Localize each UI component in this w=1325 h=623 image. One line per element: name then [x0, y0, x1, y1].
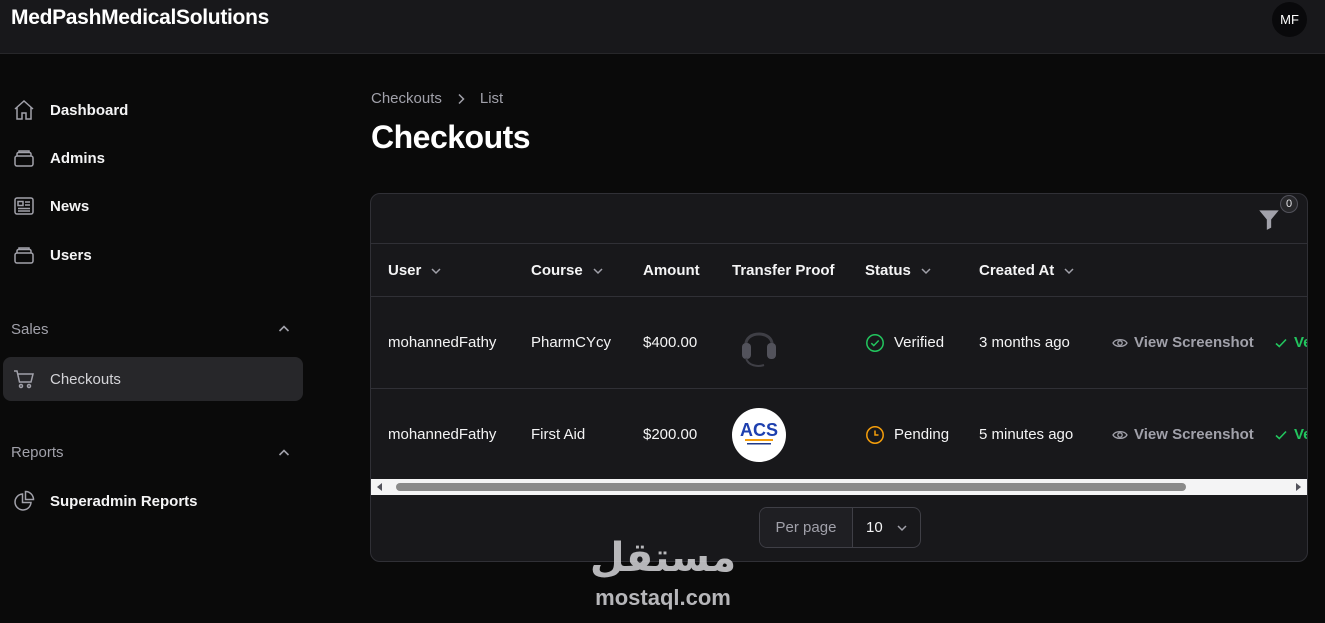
verify-button[interactable]: Ve — [1274, 297, 1307, 388]
cell-created-at: 3 months ago — [979, 334, 1070, 351]
per-page-label: Per page — [760, 508, 853, 547]
cell-transfer-proof — [732, 297, 786, 388]
view-screenshot-button[interactable]: View Screenshot — [1112, 390, 1254, 479]
sidebar-item-label: Checkouts — [50, 370, 121, 388]
sidebar-item-users[interactable]: Users — [3, 233, 303, 277]
cell-status: Verified — [865, 297, 944, 388]
cell-course: PharmCYcy — [531, 334, 612, 351]
sidebar-item-label: News — [50, 197, 90, 215]
cart-icon — [11, 366, 37, 392]
table-header: User Course Amount Transfer Proof Status… — [371, 244, 1307, 297]
cell-amount: $200.00 — [643, 426, 698, 443]
table-row[interactable]: mohannedFathy PharmCYcy $400.00 Verified… — [371, 297, 1307, 389]
sidebar-group-sales: Sales — [11, 321, 49, 338]
status-label: Verified — [894, 334, 945, 351]
filter-count-badge: 0 — [1280, 195, 1298, 213]
column-header-status[interactable]: Status — [865, 244, 933, 297]
status-label: Pending — [894, 426, 950, 443]
transfer-proof-thumbnail[interactable]: ACS — [732, 407, 786, 462]
chevron-down-icon — [591, 264, 605, 278]
eye-icon — [1112, 335, 1128, 351]
chevron-up-icon[interactable] — [276, 321, 292, 337]
acs-logo-icon: ACS — [740, 420, 778, 444]
breadcrumb-parent[interactable]: Checkouts — [371, 90, 442, 107]
verify-button[interactable]: Ve — [1274, 390, 1307, 479]
user-avatar[interactable]: MF — [1272, 2, 1307, 37]
filter-icon[interactable] — [1256, 206, 1282, 232]
column-header-transfer-proof: Transfer Proof — [732, 262, 835, 279]
cell-amount: $400.00 — [643, 334, 698, 351]
newspaper-icon — [11, 193, 37, 219]
pie-chart-icon — [11, 488, 37, 514]
horizontal-scrollbar[interactable] — [371, 479, 1307, 495]
per-page-control: Per page 10 — [759, 507, 921, 548]
cell-created-at: 5 minutes ago — [979, 426, 1074, 443]
watermark: مستقل mostaql.com — [582, 535, 744, 615]
column-header-course[interactable]: Course — [531, 244, 605, 297]
cell-status: Pending — [865, 390, 949, 479]
sidebar-item-label: Dashboard — [50, 101, 129, 119]
cell-transfer-proof: ACS — [732, 390, 786, 479]
sidebar-item-news[interactable]: News — [3, 184, 303, 228]
table-row[interactable]: mohannedFathy First Aid $200.00 ACS Pend… — [371, 390, 1307, 479]
sidebar-item-dashboard[interactable]: Dashboard — [3, 88, 303, 132]
scroll-right-icon[interactable] — [1293, 482, 1303, 492]
sidebar-group-reports: Reports — [11, 444, 64, 461]
headset-icon — [742, 332, 776, 367]
stack-icon — [11, 145, 37, 171]
svg-text:ACS: ACS — [740, 420, 778, 440]
page-title: Checkouts — [371, 119, 531, 155]
breadcrumb-current: List — [479, 90, 504, 107]
sidebar: Dashboard Admins News Users Sales Checko… — [0, 54, 310, 623]
stack-icon — [11, 242, 37, 268]
sidebar-item-label: Users — [50, 246, 92, 264]
sidebar-item-label: Superadmin Reports — [50, 492, 198, 510]
sidebar-item-checkouts[interactable]: Checkouts — [3, 357, 303, 401]
checkouts-table-card: 0 User Course Amount Transfer Proof Stat… — [370, 193, 1308, 562]
app-brand[interactable]: MedPashMedicalSolutions — [11, 6, 269, 30]
sidebar-item-superadmin-reports[interactable]: Superadmin Reports — [3, 479, 303, 523]
scroll-left-icon[interactable] — [375, 482, 385, 492]
check-icon — [1274, 336, 1288, 350]
column-header-user[interactable]: User — [388, 244, 443, 297]
watermark-arabic: مستقل — [589, 535, 737, 581]
sidebar-item-admins[interactable]: Admins — [3, 136, 303, 180]
breadcrumb: Checkouts List — [371, 90, 503, 107]
chevron-down-icon — [919, 264, 933, 278]
sidebar-item-label: Admins — [50, 149, 106, 167]
home-icon — [11, 97, 37, 123]
eye-icon — [1112, 427, 1128, 443]
chevron-right-icon — [454, 92, 468, 106]
check-icon — [1274, 428, 1288, 442]
clock-icon — [865, 425, 885, 445]
chevron-up-icon[interactable] — [276, 445, 292, 461]
column-header-amount: Amount — [643, 262, 700, 279]
check-circle-icon — [865, 333, 885, 353]
chevron-down-icon — [895, 521, 909, 535]
watermark-latin: mostaql.com — [595, 585, 731, 610]
chevron-down-icon — [429, 264, 443, 278]
table-toolbar: 0 — [371, 194, 1307, 244]
cell-user: mohannedFathy — [388, 426, 497, 443]
scrollbar-thumb[interactable] — [396, 483, 1186, 491]
per-page-select[interactable]: 10 — [853, 508, 920, 547]
transfer-proof-thumbnail[interactable] — [732, 316, 786, 370]
top-bar: MedPashMedicalSolutions MF — [0, 0, 1325, 54]
cell-course: First Aid — [531, 426, 586, 443]
chevron-down-icon — [1062, 264, 1076, 278]
column-header-created-at[interactable]: Created At — [979, 244, 1076, 297]
cell-user: mohannedFathy — [388, 334, 497, 351]
view-screenshot-button[interactable]: View Screenshot — [1112, 297, 1254, 388]
